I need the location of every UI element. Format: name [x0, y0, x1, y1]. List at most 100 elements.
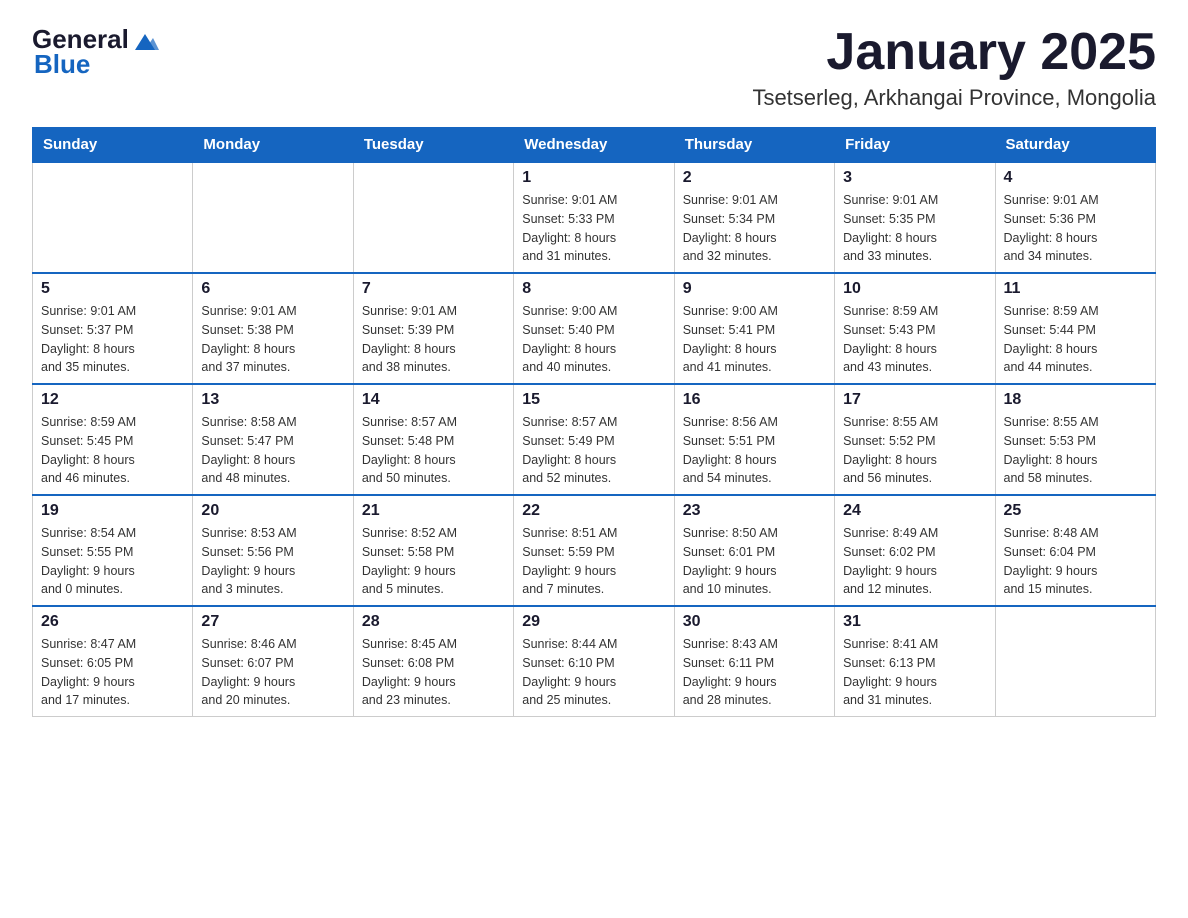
title-section: January 2025 Tsetserleg, Arkhangai Provi… — [752, 24, 1156, 111]
calendar: SundayMondayTuesdayWednesdayThursdayFrid… — [32, 127, 1156, 717]
day-number: 18 — [1004, 391, 1147, 409]
day-info: Sunrise: 8:54 AMSunset: 5:55 PMDaylight:… — [41, 524, 184, 599]
day-info: Sunrise: 9:01 AMSunset: 5:34 PMDaylight:… — [683, 191, 826, 266]
main-title: January 2025 — [752, 24, 1156, 81]
week-row-3: 12Sunrise: 8:59 AMSunset: 5:45 PMDayligh… — [33, 384, 1156, 495]
day-number: 7 — [362, 280, 505, 298]
day-number: 25 — [1004, 502, 1147, 520]
day-number: 21 — [362, 502, 505, 520]
day-number: 5 — [41, 280, 184, 298]
calendar-cell: 4 Sunrise: 9:01 AMSunset: 5:36 PMDaylight… — [995, 162, 1155, 273]
day-info: Sunrise: 9:00 AMSunset: 5:40 PMDaylight:… — [522, 302, 665, 377]
calendar-cell: 27 Sunrise: 8:46 AMSunset: 6:07 PMDayligh… — [193, 606, 353, 717]
day-info: Sunrise: 8:43 AMSunset: 6:11 PMDaylight:… — [683, 635, 826, 710]
calendar-cell: 25 Sunrise: 8:48 AMSunset: 6:04 PMDayligh… — [995, 495, 1155, 606]
weekday-header-saturday: Saturday — [995, 128, 1155, 163]
weekday-header-row: SundayMondayTuesdayWednesdayThursdayFrid… — [33, 128, 1156, 163]
day-info: Sunrise: 8:58 AMSunset: 5:47 PMDaylight:… — [201, 413, 344, 488]
day-number: 19 — [41, 502, 184, 520]
calendar-cell: 10 Sunrise: 8:59 AMSunset: 5:43 PMDayligh… — [835, 273, 995, 384]
calendar-cell: 14 Sunrise: 8:57 AMSunset: 5:48 PMDayligh… — [353, 384, 513, 495]
day-info: Sunrise: 8:50 AMSunset: 6:01 PMDaylight:… — [683, 524, 826, 599]
calendar-cell: 28 Sunrise: 8:45 AMSunset: 6:08 PMDayligh… — [353, 606, 513, 717]
day-number: 24 — [843, 502, 986, 520]
calendar-cell: 19 Sunrise: 8:54 AMSunset: 5:55 PMDayligh… — [33, 495, 193, 606]
day-info: Sunrise: 8:57 AMSunset: 5:49 PMDaylight:… — [522, 413, 665, 488]
calendar-cell: 26 Sunrise: 8:47 AMSunset: 6:05 PMDayligh… — [33, 606, 193, 717]
day-info: Sunrise: 8:45 AMSunset: 6:08 PMDaylight:… — [362, 635, 505, 710]
day-info: Sunrise: 8:59 AMSunset: 5:43 PMDaylight:… — [843, 302, 986, 377]
calendar-cell — [33, 162, 193, 273]
calendar-cell: 13 Sunrise: 8:58 AMSunset: 5:47 PMDayligh… — [193, 384, 353, 495]
day-info: Sunrise: 8:55 AMSunset: 5:52 PMDaylight:… — [843, 413, 986, 488]
calendar-cell: 29Sunrise: 8:44 AMSunset: 6:10 PMDayligh… — [514, 606, 674, 717]
calendar-cell: 7 Sunrise: 9:01 AMSunset: 5:39 PMDaylight… — [353, 273, 513, 384]
calendar-cell: 21 Sunrise: 8:52 AMSunset: 5:58 PMDayligh… — [353, 495, 513, 606]
weekday-header-monday: Monday — [193, 128, 353, 163]
subtitle: Tsetserleg, Arkhangai Province, Mongolia — [752, 85, 1156, 111]
day-number: 26 — [41, 613, 184, 631]
day-info: Sunrise: 8:46 AMSunset: 6:07 PMDaylight:… — [201, 635, 344, 710]
day-info: Sunrise: 8:48 AMSunset: 6:04 PMDaylight:… — [1004, 524, 1147, 599]
calendar-cell: 1Sunrise: 9:01 AMSunset: 5:33 PMDaylight… — [514, 162, 674, 273]
calendar-cell: 23 Sunrise: 8:50 AMSunset: 6:01 PMDayligh… — [674, 495, 834, 606]
day-number: 28 — [362, 613, 505, 631]
day-number: 2 — [683, 169, 826, 187]
calendar-cell: 3Sunrise: 9:01 AMSunset: 5:35 PMDaylight… — [835, 162, 995, 273]
calendar-cell: 20Sunrise: 8:53 AMSunset: 5:56 PMDayligh… — [193, 495, 353, 606]
calendar-cell: 22 Sunrise: 8:51 AMSunset: 5:59 PMDayligh… — [514, 495, 674, 606]
week-row-5: 26 Sunrise: 8:47 AMSunset: 6:05 PMDayligh… — [33, 606, 1156, 717]
day-number: 13 — [201, 391, 344, 409]
calendar-cell: 8 Sunrise: 9:00 AMSunset: 5:40 PMDaylight… — [514, 273, 674, 384]
day-number: 17 — [843, 391, 986, 409]
weekday-header-friday: Friday — [835, 128, 995, 163]
calendar-cell: 18Sunrise: 8:55 AMSunset: 5:53 PMDayligh… — [995, 384, 1155, 495]
day-info: Sunrise: 8:59 AMSunset: 5:45 PMDaylight:… — [41, 413, 184, 488]
calendar-cell — [353, 162, 513, 273]
day-info: Sunrise: 8:52 AMSunset: 5:58 PMDaylight:… — [362, 524, 505, 599]
calendar-cell: 11 Sunrise: 8:59 AMSunset: 5:44 PMDayligh… — [995, 273, 1155, 384]
day-number: 22 — [522, 502, 665, 520]
day-number: 30 — [683, 613, 826, 631]
logo-icon — [131, 26, 159, 54]
calendar-cell: 2 Sunrise: 9:01 AMSunset: 5:34 PMDaylight… — [674, 162, 834, 273]
calendar-cell: 5 Sunrise: 9:01 AMSunset: 5:37 PMDaylight… — [33, 273, 193, 384]
day-info: Sunrise: 8:49 AMSunset: 6:02 PMDaylight:… — [843, 524, 986, 599]
day-info: Sunrise: 9:01 AMSunset: 5:37 PMDaylight:… — [41, 302, 184, 377]
day-info: Sunrise: 8:59 AMSunset: 5:44 PMDaylight:… — [1004, 302, 1147, 377]
day-info: Sunrise: 8:44 AMSunset: 6:10 PMDaylight:… — [522, 635, 665, 710]
day-info: Sunrise: 8:41 AMSunset: 6:13 PMDaylight:… — [843, 635, 986, 710]
day-number: 4 — [1004, 169, 1147, 187]
day-info: Sunrise: 9:01 AMSunset: 5:35 PMDaylight:… — [843, 191, 986, 266]
day-info: Sunrise: 8:57 AMSunset: 5:48 PMDaylight:… — [362, 413, 505, 488]
day-number: 16 — [683, 391, 826, 409]
weekday-header-wednesday: Wednesday — [514, 128, 674, 163]
day-info: Sunrise: 8:51 AMSunset: 5:59 PMDaylight:… — [522, 524, 665, 599]
day-info: Sunrise: 8:56 AMSunset: 5:51 PMDaylight:… — [683, 413, 826, 488]
calendar-cell: 6Sunrise: 9:01 AMSunset: 5:38 PMDaylight… — [193, 273, 353, 384]
weekday-header-sunday: Sunday — [33, 128, 193, 163]
day-info: Sunrise: 8:47 AMSunset: 6:05 PMDaylight:… — [41, 635, 184, 710]
day-number: 15 — [522, 391, 665, 409]
day-number: 11 — [1004, 280, 1147, 298]
day-info: Sunrise: 9:01 AMSunset: 5:39 PMDaylight:… — [362, 302, 505, 377]
day-number: 1 — [522, 169, 665, 187]
week-row-1: 1Sunrise: 9:01 AMSunset: 5:33 PMDaylight… — [33, 162, 1156, 273]
day-info: Sunrise: 9:00 AMSunset: 5:41 PMDaylight:… — [683, 302, 826, 377]
weekday-header-thursday: Thursday — [674, 128, 834, 163]
day-number: 27 — [201, 613, 344, 631]
day-number: 10 — [843, 280, 986, 298]
day-number: 20 — [201, 502, 344, 520]
week-row-4: 19 Sunrise: 8:54 AMSunset: 5:55 PMDayligh… — [33, 495, 1156, 606]
header: General Blue January 2025 Tsetserleg, Ar… — [32, 24, 1156, 111]
day-info: Sunrise: 9:01 AMSunset: 5:36 PMDaylight:… — [1004, 191, 1147, 266]
day-number: 23 — [683, 502, 826, 520]
day-number: 8 — [522, 280, 665, 298]
logo: General Blue — [32, 24, 159, 80]
calendar-cell: 24 Sunrise: 8:49 AMSunset: 6:02 PMDayligh… — [835, 495, 995, 606]
calendar-cell: 30 Sunrise: 8:43 AMSunset: 6:11 PMDayligh… — [674, 606, 834, 717]
calendar-cell: 16 Sunrise: 8:56 AMSunset: 5:51 PMDayligh… — [674, 384, 834, 495]
calendar-cell: 12Sunrise: 8:59 AMSunset: 5:45 PMDayligh… — [33, 384, 193, 495]
logo-blue: Blue — [34, 49, 90, 80]
day-number: 14 — [362, 391, 505, 409]
